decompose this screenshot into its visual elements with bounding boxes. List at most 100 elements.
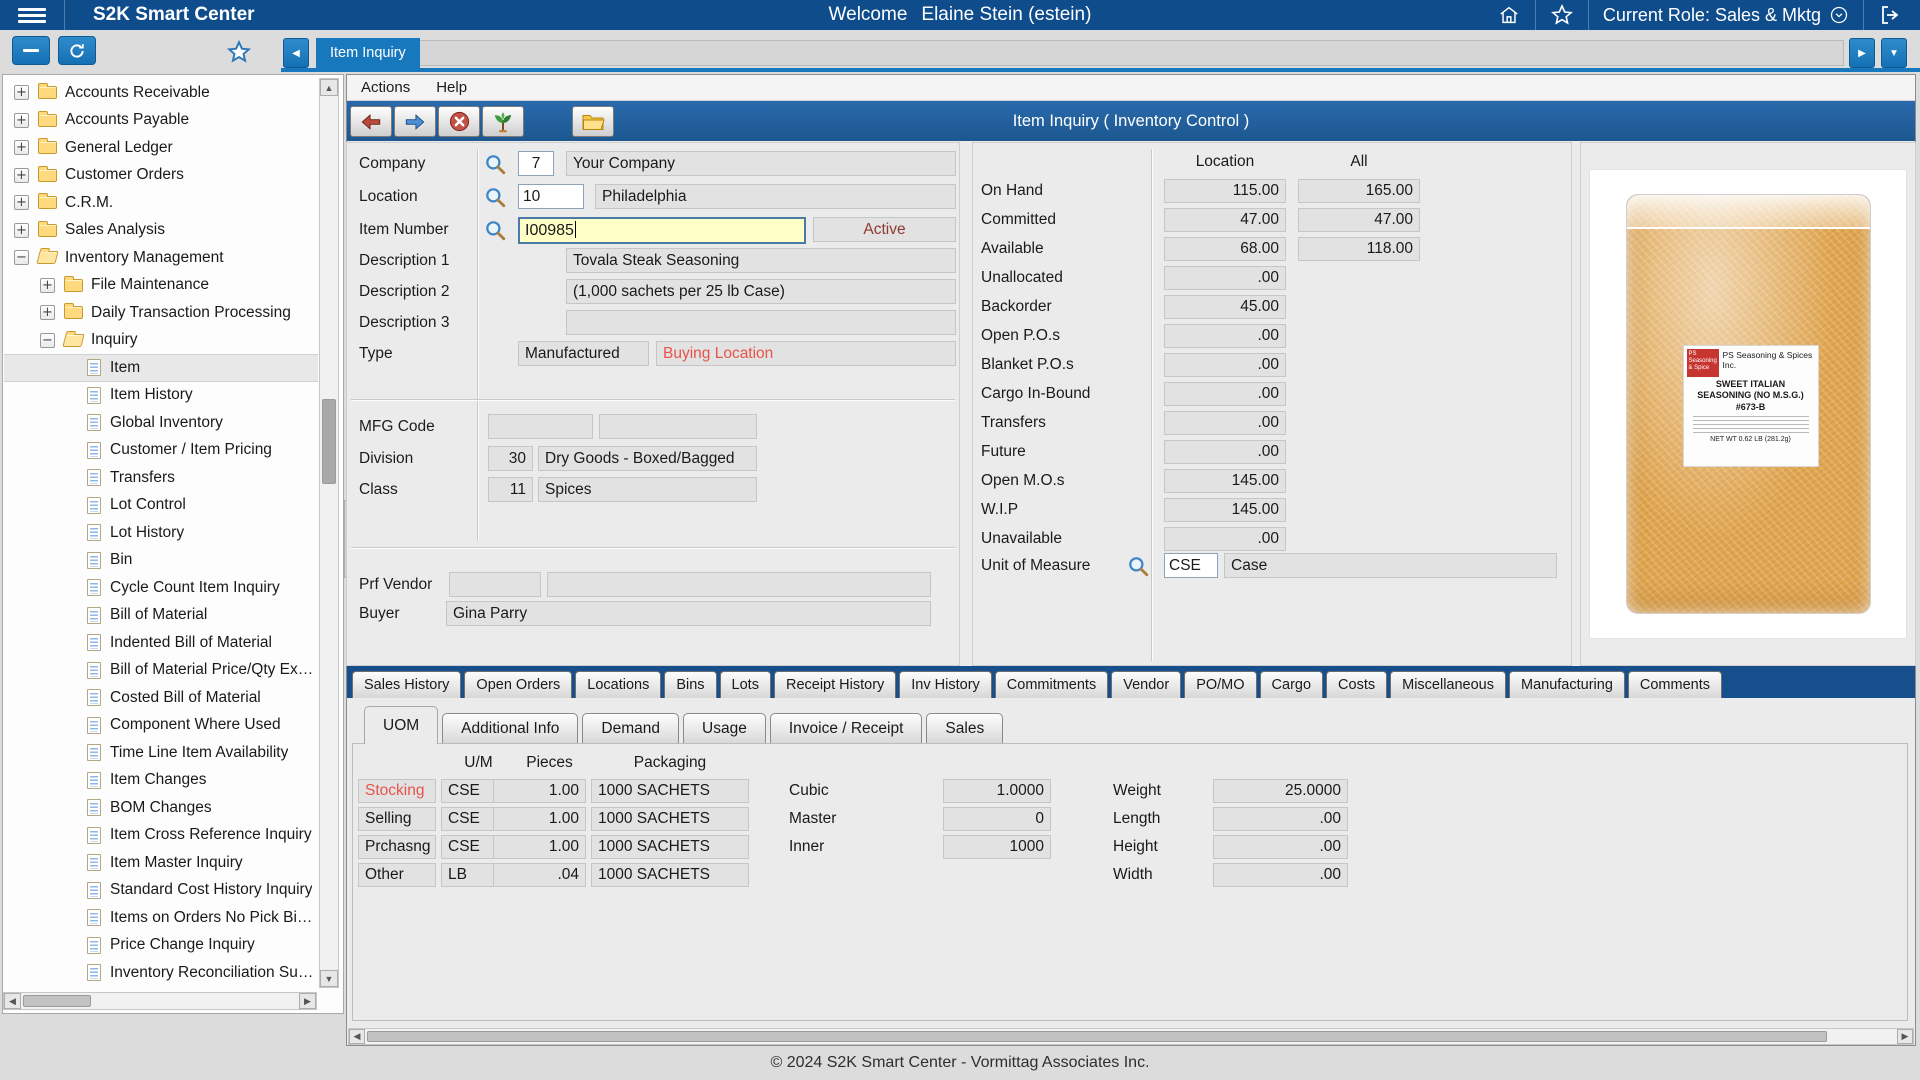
tree-item[interactable]: C.R.M. [4, 189, 318, 217]
tree-expander-icon[interactable] [14, 113, 29, 128]
tree-expander-icon[interactable] [40, 278, 55, 293]
tree-item[interactable]: Item Changes [4, 767, 318, 795]
tree-expander-icon[interactable] [14, 223, 29, 238]
tree-item[interactable]: Daily Transaction Processing [4, 299, 318, 327]
tree-item[interactable]: Inventory Reconciliation Summ [4, 959, 318, 987]
tree-item[interactable]: Cycle Count Item Inquiry [4, 574, 318, 602]
tree-item[interactable]: Time Line Item Availability [4, 739, 318, 767]
scroll-down-button[interactable]: ▼ [320, 970, 338, 987]
tab-scroll-right-button[interactable]: ▶ [1849, 38, 1875, 68]
collapse-all-button[interactable] [12, 36, 50, 65]
logout-button[interactable] [1864, 0, 1916, 30]
sub-tab[interactable]: Sales [926, 713, 1003, 744]
tree-item[interactable]: BOM Changes [4, 794, 318, 822]
tree-item[interactable]: General Ledger [4, 134, 318, 162]
tree-item[interactable]: Accounts Payable [4, 107, 318, 135]
detail-tab[interactable]: Locations [575, 671, 661, 698]
home-button[interactable] [1483, 0, 1535, 30]
detail-tab[interactable]: Commitments [995, 671, 1108, 698]
company-search-icon[interactable] [484, 153, 506, 175]
item-number-input[interactable]: I00985 [518, 217, 806, 244]
tree-item[interactable]: File Maintenance [4, 272, 318, 300]
scroll-left-button[interactable]: ◀ [4, 993, 21, 1009]
tree-item[interactable]: Indented Bill of Material [4, 629, 318, 657]
tree-item[interactable]: Standard Cost History Inquiry [4, 877, 318, 905]
tree-item[interactable]: Items on Orders No Pick Bin As [4, 904, 318, 932]
menu-help[interactable]: Help [436, 79, 467, 96]
sidebar-favorite-button[interactable] [222, 37, 256, 67]
cancel-button[interactable] [438, 106, 480, 137]
location-search-icon[interactable] [484, 186, 506, 208]
item-search-icon[interactable] [484, 219, 506, 241]
scroll-up-button[interactable]: ▲ [320, 79, 338, 96]
scroll-left-button[interactable]: ◀ [349, 1029, 365, 1044]
favorites-button[interactable] [1536, 0, 1588, 30]
detail-tab[interactable]: Manufacturing [1509, 671, 1625, 698]
tree-expander-icon[interactable] [14, 85, 29, 100]
tree-item[interactable]: Accounts Receivable [4, 79, 318, 107]
detail-tab[interactable]: Open Orders [464, 671, 572, 698]
tree-item[interactable]: Costed Bill of Material [4, 684, 318, 712]
tree-item[interactable]: Inventory Management [4, 244, 318, 272]
location-code-input[interactable]: 10 [518, 184, 584, 209]
detail-tab[interactable]: Miscellaneous [1390, 671, 1506, 698]
detail-tab[interactable]: Receipt History [774, 671, 896, 698]
tree-item[interactable]: Lot Control [4, 492, 318, 520]
exit-to-menu-button[interactable] [482, 106, 524, 137]
sidebar-vertical-scrollbar[interactable]: ▲ ▼ [319, 78, 339, 988]
company-code-input[interactable]: 7 [518, 151, 554, 176]
tree-expander-icon[interactable] [14, 195, 29, 210]
uom-search-icon[interactable] [1127, 555, 1149, 577]
back-button[interactable] [350, 106, 392, 137]
sub-tab[interactable]: UOM [364, 706, 438, 744]
tree-item[interactable]: Bill of Material [4, 602, 318, 630]
tree-item[interactable]: Inquiry [4, 327, 318, 355]
detail-tab[interactable]: Comments [1628, 671, 1722, 698]
forward-button[interactable] [394, 106, 436, 137]
tree-item[interactable]: Customer Orders [4, 162, 318, 190]
open-folder-button[interactable] [572, 106, 614, 137]
tab-scroll-left-button[interactable]: ◀ [283, 38, 309, 68]
detail-tab[interactable]: Bins [664, 671, 716, 698]
tree-item[interactable]: Transfers [4, 464, 318, 492]
tree-expander-icon[interactable] [14, 168, 29, 183]
detail-tab[interactable]: Sales History [352, 671, 461, 698]
detail-tab[interactable]: Costs [1326, 671, 1387, 698]
current-role-selector[interactable]: Current Role: Sales & Mktg [1589, 0, 1863, 30]
tree-item[interactable]: Bin [4, 547, 318, 575]
menu-hamburger-icon[interactable] [0, 0, 64, 30]
tree-expander-icon[interactable] [40, 333, 55, 348]
sub-tab[interactable]: Demand [582, 713, 679, 744]
scroll-right-button[interactable]: ▶ [299, 993, 316, 1009]
tree-item[interactable]: Item History [4, 382, 318, 410]
tree-expander-icon[interactable] [14, 140, 29, 155]
main-horizontal-scrollbar[interactable]: ◀ ▶ [348, 1028, 1914, 1045]
tree-item[interactable]: Global Inventory [4, 409, 318, 437]
sub-tab[interactable]: Invoice / Receipt [770, 713, 923, 744]
tab-item-inquiry[interactable]: Item Inquiry [316, 38, 420, 68]
tree-item[interactable]: Sales Analysis [4, 217, 318, 245]
sub-tab[interactable]: Additional Info [442, 713, 578, 744]
tree-item[interactable]: Bill of Material Price/Qty Explos [4, 657, 318, 685]
tree-expander-icon[interactable] [14, 250, 29, 265]
detail-tab[interactable]: Cargo [1260, 671, 1324, 698]
tree-item[interactable]: Item [4, 354, 318, 382]
tree-item[interactable]: Component Where Used [4, 712, 318, 740]
tree-item[interactable]: Lot History [4, 519, 318, 547]
scroll-thumb[interactable] [367, 1031, 1827, 1042]
detail-tab[interactable]: Inv History [899, 671, 992, 698]
scroll-thumb[interactable] [23, 995, 91, 1007]
tree-expander-icon[interactable] [40, 305, 55, 320]
menu-actions[interactable]: Actions [361, 79, 410, 96]
scroll-thumb[interactable] [322, 399, 336, 484]
detail-tab[interactable]: Vendor [1111, 671, 1181, 698]
detail-tab[interactable]: Lots [720, 671, 771, 698]
refresh-button[interactable] [58, 36, 96, 65]
tree-item[interactable]: Customer / Item Pricing [4, 437, 318, 465]
sub-tab[interactable]: Usage [683, 713, 766, 744]
sidebar-horizontal-scrollbar[interactable]: ◀ ▶ [3, 992, 317, 1010]
uom-code-input[interactable]: CSE [1164, 553, 1218, 578]
tree-item[interactable]: Item Master Inquiry [4, 849, 318, 877]
tree-item[interactable]: Item Cross Reference Inquiry [4, 822, 318, 850]
tab-list-button[interactable]: ▼ [1881, 38, 1907, 68]
